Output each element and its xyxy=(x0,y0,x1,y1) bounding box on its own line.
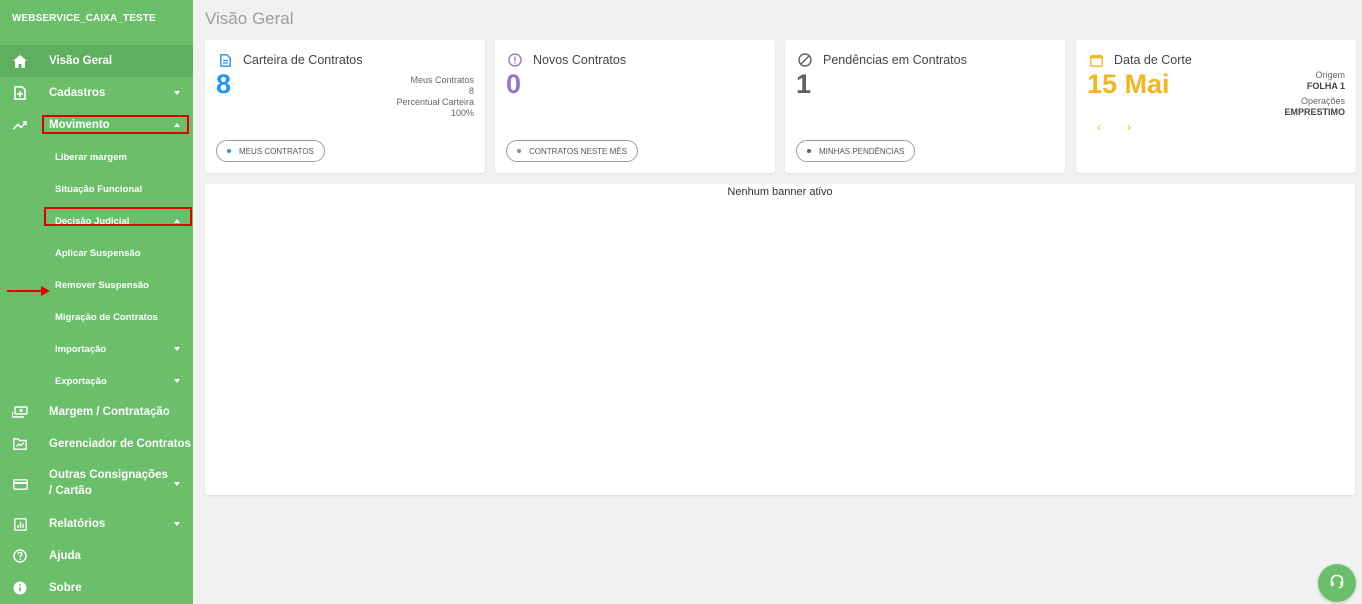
sidebar: WEBSERVICE_CAIXA_TESTE Visão Geral Cadas… xyxy=(0,0,193,604)
nav-label: Ajuda xyxy=(49,550,81,562)
card-pendencias-contratos: Pendências em Contratos 1 MINHAS PENDÊNC… xyxy=(785,40,1065,173)
money-icon xyxy=(12,404,28,420)
alert-circle-icon xyxy=(507,52,523,68)
button-label: MEUS CONTRATOS xyxy=(239,146,314,156)
nav-item-visao-geral[interactable]: Visão Geral xyxy=(0,45,193,77)
sub-item-aplicar-suspensao[interactable]: Aplicar Suspensão xyxy=(0,237,193,269)
folder-chart-icon xyxy=(12,436,28,452)
info-icon xyxy=(12,580,28,596)
report-icon xyxy=(12,516,28,532)
nav-item-outras-consignacoes[interactable]: Outras Consignações / Cartão xyxy=(0,460,193,508)
sub-item-remover-suspensao[interactable]: Remover Suspensão xyxy=(0,269,193,301)
nav-item-sobre[interactable]: Sobre xyxy=(0,572,193,604)
dot-icon xyxy=(517,149,521,153)
card-title: Pendências em Contratos xyxy=(823,53,967,67)
sub-item-label: Situação Funcional xyxy=(55,183,143,195)
sub-item-label: Remover Suspensão xyxy=(55,279,149,291)
banner-panel: Nenhum banner ativo xyxy=(205,184,1355,495)
card-value: 1 xyxy=(796,69,812,99)
meta-label: Operações xyxy=(1300,96,1345,106)
headset-icon xyxy=(1329,573,1345,594)
card-novos-contratos: Novos Contratos 0 CONTRATOS NESTE MÊS xyxy=(495,40,775,173)
meta-label: Origem xyxy=(1315,70,1345,80)
highlight-box-movimento xyxy=(42,115,189,134)
card-meta: Meus Contratos 8 Percentual Carteira 100… xyxy=(396,75,474,119)
help-icon xyxy=(12,548,28,564)
calendar-icon xyxy=(1088,52,1104,68)
sub-item-liberar-margem[interactable]: Liberar margem xyxy=(0,141,193,173)
meus-contratos-button[interactable]: MEUS CONTRATOS xyxy=(216,140,325,162)
brand-name: WEBSERVICE_CAIXA_TESTE xyxy=(12,13,156,24)
page-title: Visão Geral xyxy=(205,9,294,28)
card-title: Novos Contratos xyxy=(533,53,627,67)
nav-label: Cadastros xyxy=(49,87,106,99)
meta-value: 8 xyxy=(468,86,474,96)
trending-icon xyxy=(12,117,28,133)
meta-value: FOLHA 1 xyxy=(1306,81,1345,91)
chevron-down-icon xyxy=(174,379,180,383)
nav-label: Sobre xyxy=(49,582,82,594)
chevron-down-icon xyxy=(174,347,180,351)
sub-item-label: Liberar margem xyxy=(55,151,127,163)
document-icon xyxy=(217,52,233,68)
nav-item-margem[interactable]: Margem / Contratação xyxy=(0,396,193,428)
nav-item-relatorios[interactable]: Relatórios xyxy=(0,508,193,540)
sub-item-exportacao[interactable]: Exportação xyxy=(0,365,193,397)
contratos-neste-mes-button[interactable]: CONTRATOS NESTE MÊS xyxy=(506,140,638,162)
dot-icon xyxy=(227,149,231,153)
minhas-pendencias-button[interactable]: MINHAS PENDÊNCIAS xyxy=(796,140,916,162)
card-title: Data de Corte xyxy=(1114,53,1192,67)
sub-item-importacao[interactable]: Importação xyxy=(0,333,193,365)
card-value: 0 xyxy=(506,69,522,99)
card-value: 15 Mai xyxy=(1087,69,1170,99)
card-meta: Origem FOLHA 1 Operações EMPRESTIMO xyxy=(1284,70,1345,118)
sub-item-label: Aplicar Suspensão xyxy=(55,247,141,259)
sub-item-situacao-funcional[interactable]: Situação Funcional xyxy=(0,173,193,205)
sub-item-label: Importação xyxy=(55,343,107,355)
sub-item-label: Migração de Contratos xyxy=(55,311,158,323)
card-value: 8 xyxy=(216,69,232,99)
card-icon xyxy=(12,476,28,492)
chevron-right-icon[interactable]: › xyxy=(1127,120,1131,134)
card-carteira-contratos: Carteira de Contratos 8 Meus Contratos 8… xyxy=(205,40,485,173)
dot-icon xyxy=(807,149,811,153)
highlight-box-decisao xyxy=(44,207,192,226)
red-arrow-line xyxy=(7,290,43,292)
card-data-corte: Data de Corte 15 Mai Origem FOLHA 1 Oper… xyxy=(1076,40,1356,173)
nav-label: Outras Consignações / Cartão xyxy=(49,469,168,497)
nav-label: Relatórios xyxy=(49,518,106,530)
button-label: CONTRATOS NESTE MÊS xyxy=(529,146,627,156)
meta-label: Percentual Carteira xyxy=(396,97,474,107)
nav-item-gerenciador[interactable]: Gerenciador de Contratos xyxy=(0,428,193,460)
card-title: Carteira de Contratos xyxy=(243,53,363,67)
red-arrow-head xyxy=(41,286,50,296)
sub-item-migracao[interactable]: Migração de Contratos xyxy=(0,301,193,333)
sub-item-label: Exportação xyxy=(55,375,107,387)
support-button[interactable] xyxy=(1318,564,1356,602)
chevron-left-icon[interactable]: ‹ xyxy=(1097,120,1101,134)
meta-value: EMPRESTIMO xyxy=(1284,107,1345,117)
nav-item-ajuda[interactable]: Ajuda xyxy=(0,540,193,572)
button-label: MINHAS PENDÊNCIAS xyxy=(819,146,905,156)
block-icon xyxy=(797,52,813,68)
nav-item-cadastros[interactable]: Cadastros xyxy=(0,77,193,109)
meta-value: 100% xyxy=(450,108,474,118)
chevron-down-icon xyxy=(174,522,180,526)
nav-label: Margem / Contratação xyxy=(49,406,170,418)
add-document-icon xyxy=(12,85,28,101)
banner-empty-text: Nenhum banner ativo xyxy=(727,186,833,198)
nav-label: Visão Geral xyxy=(49,55,113,67)
home-icon xyxy=(12,53,28,69)
nav-label: Gerenciador de Contratos xyxy=(49,438,191,450)
chevron-down-icon xyxy=(174,91,180,95)
chevron-down-icon xyxy=(174,482,180,486)
meta-label: Meus Contratos xyxy=(410,75,474,85)
